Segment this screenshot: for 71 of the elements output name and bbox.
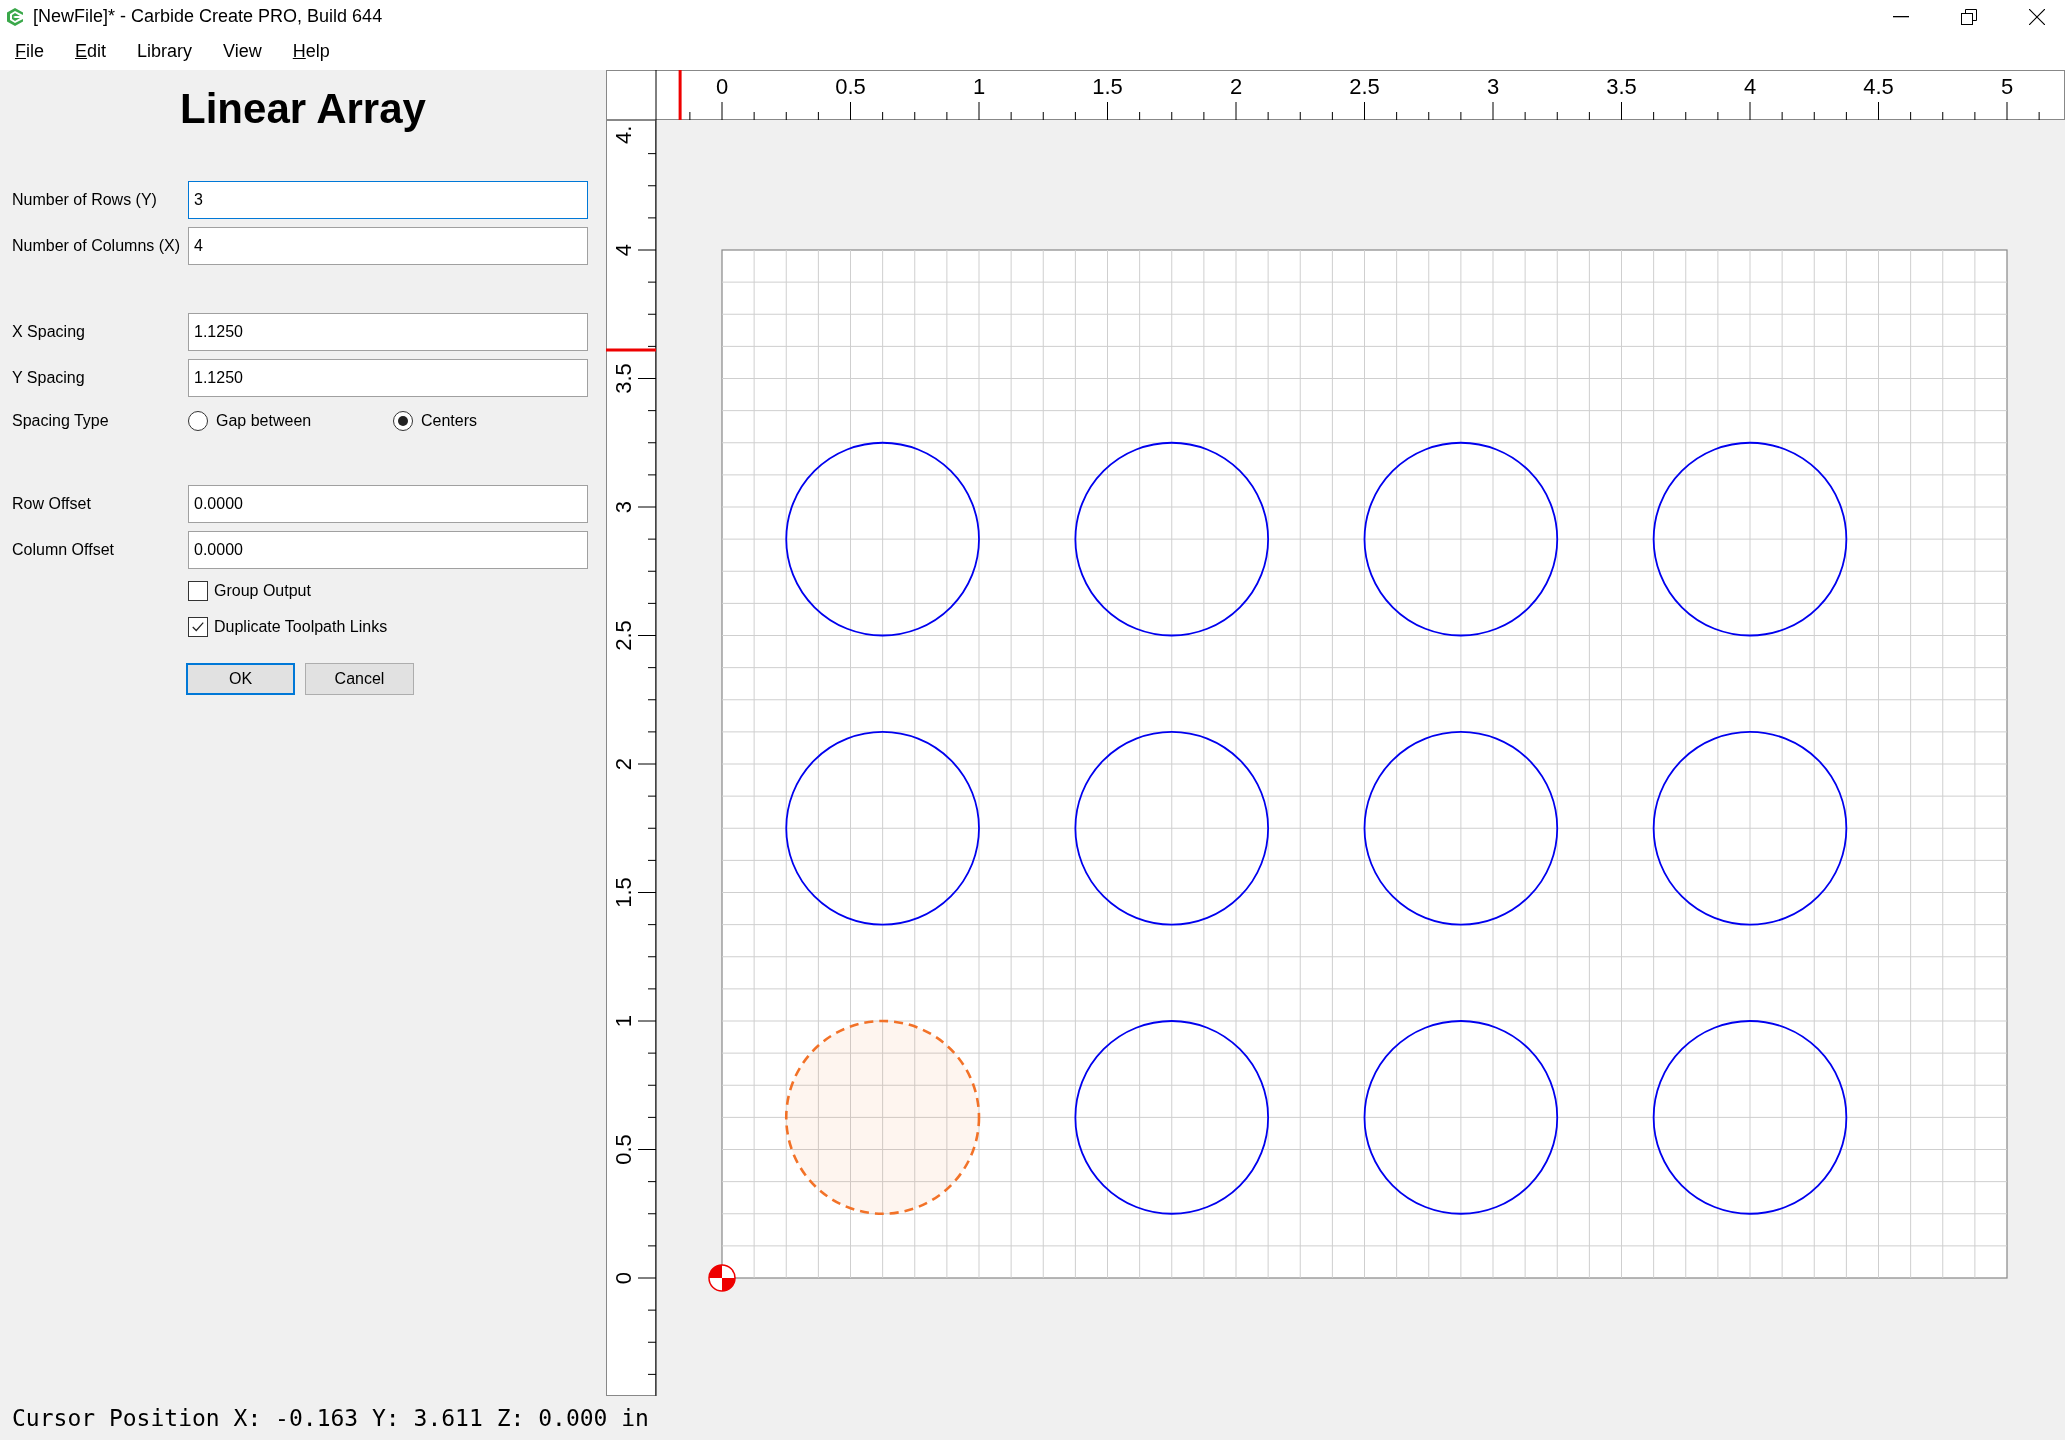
circle-shape[interactable] xyxy=(1363,441,1559,637)
field-label: Y Spacing xyxy=(12,368,86,388)
menu-item[interactable]: View xyxy=(223,38,262,65)
ruler-label: 2.5 xyxy=(611,620,636,651)
app-logo-icon xyxy=(7,7,23,26)
checkbox[interactable] xyxy=(188,581,208,601)
status-bar-text: Cursor Position X: -0.163 Y: 3.611 Z: 0.000 in xyxy=(11,1404,650,1433)
circle-shape[interactable] xyxy=(785,441,980,637)
ruler-label: 0 xyxy=(715,74,729,99)
ruler-label: 5 xyxy=(2000,74,2014,99)
field-label: Row Offset xyxy=(12,494,92,514)
ruler-label: 2 xyxy=(611,757,636,771)
menu-item[interactable]: Edit xyxy=(75,38,107,65)
circle-shape[interactable] xyxy=(1074,731,1270,926)
window-title: [NewFile]* - Carbide Create PRO, Build 644 xyxy=(33,5,383,28)
radio-option[interactable]: Centers xyxy=(393,409,598,433)
radio-button[interactable] xyxy=(393,411,413,431)
minimize-icon[interactable] xyxy=(1893,15,1909,18)
ruler-label: 0.5 xyxy=(611,1134,636,1165)
dialog-button[interactable]: OK xyxy=(186,663,295,695)
ruler-label: 1 xyxy=(611,1014,636,1028)
ruler-label: 1 xyxy=(972,74,986,99)
origin-marker-icon xyxy=(708,1264,736,1292)
circle-shape[interactable] xyxy=(1074,1020,1270,1215)
input-field[interactable]: 0.0000 xyxy=(188,531,588,569)
ruler-label: 3 xyxy=(1486,74,1500,99)
ruler-label: 0.5 xyxy=(835,74,866,99)
ruler-label: 4. xyxy=(611,125,636,144)
circle-shape[interactable] xyxy=(1363,731,1559,926)
radio-button[interactable] xyxy=(188,411,208,431)
ruler-label: 4 xyxy=(1743,74,1757,99)
circle-shape[interactable] xyxy=(1363,1020,1559,1215)
restore-icon[interactable] xyxy=(1961,8,1977,25)
input-field[interactable]: 3 xyxy=(188,181,588,219)
cursor-marker xyxy=(606,348,656,352)
field-label: Column Offset xyxy=(12,540,115,560)
ruler-label: 0 xyxy=(611,1271,636,1285)
circle-shape[interactable] xyxy=(1074,441,1270,637)
close-icon[interactable] xyxy=(2029,8,2045,25)
ruler-label: 3.5 xyxy=(611,363,636,394)
ruler-label: 1.5 xyxy=(611,877,636,908)
menu-item[interactable]: File xyxy=(15,38,44,65)
ruler-label: 4 xyxy=(611,243,636,257)
input-field[interactable]: 0.0000 xyxy=(188,485,588,523)
radio-option[interactable]: Gap between xyxy=(188,409,393,433)
circle-shape[interactable] xyxy=(1652,441,1848,637)
ruler-label: 3.5 xyxy=(1606,74,1637,99)
input-field[interactable]: 4 xyxy=(188,227,588,265)
circle-shape[interactable] xyxy=(785,731,980,926)
dialog-title: Linear Array xyxy=(179,84,427,134)
menu-item[interactable]: Help xyxy=(292,38,330,65)
checkbox[interactable] xyxy=(188,617,208,637)
circle-shape[interactable] xyxy=(1652,1020,1848,1215)
ruler-label: 4.5 xyxy=(1863,74,1894,99)
cursor-marker xyxy=(678,70,682,120)
checkbox-label: Duplicate Toolpath Links xyxy=(214,617,388,637)
field-label: Number of Rows (Y) xyxy=(12,190,158,210)
ruler-label: 2 xyxy=(1229,74,1243,99)
input-field[interactable]: 1.1250 xyxy=(188,359,588,397)
field-label: Spacing Type xyxy=(12,411,110,431)
menu-item[interactable]: Library xyxy=(137,38,193,65)
ruler-label: 1.5 xyxy=(1092,74,1123,99)
field-label: X Spacing xyxy=(12,322,86,342)
checkbox-label: Group Output xyxy=(214,581,311,601)
ruler-label: 3 xyxy=(611,500,636,514)
circle-shape[interactable] xyxy=(1652,731,1848,926)
dialog-button[interactable]: Cancel xyxy=(305,663,414,695)
input-field[interactable]: 1.1250 xyxy=(188,313,588,351)
field-label: Number of Columns (X) xyxy=(12,236,182,256)
ruler-label: 2.5 xyxy=(1349,74,1380,99)
checkmark-icon xyxy=(191,620,205,634)
